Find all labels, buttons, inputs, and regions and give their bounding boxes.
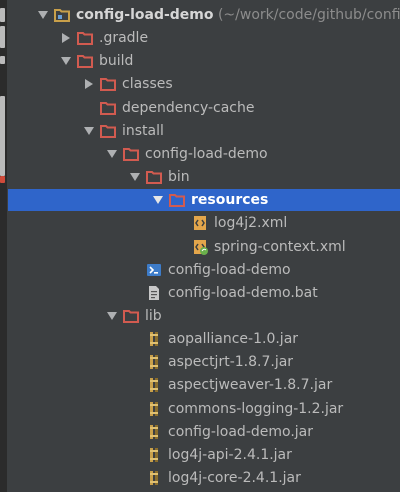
tree-item[interactable]: aopalliance-1.0.jar bbox=[8, 328, 400, 350]
tree-item[interactable]: install bbox=[8, 120, 400, 142]
tree-item[interactable]: config-load-demo (~/work/code/github/con… bbox=[8, 4, 400, 26]
tree-item[interactable]: lib bbox=[8, 305, 400, 327]
jar-file-icon bbox=[146, 447, 162, 463]
tree-item-label: .gradle bbox=[99, 30, 149, 47]
folder-icon bbox=[77, 53, 93, 69]
jar-file-icon bbox=[146, 401, 162, 417]
jar-file-icon bbox=[146, 424, 162, 440]
tree-item-label: classes bbox=[122, 76, 173, 93]
jar-file-icon bbox=[146, 377, 162, 393]
tree-item-label: config-load-demo.jar bbox=[168, 423, 313, 440]
expand-arrow-right-icon[interactable] bbox=[62, 33, 70, 44]
tree-item-label: dependency-cache bbox=[122, 99, 255, 116]
tree-item[interactable]: commons-logging-1.2.jar bbox=[8, 398, 400, 420]
tree-item-label: lib bbox=[145, 307, 162, 324]
strip-accent-icon bbox=[0, 176, 5, 183]
folder-icon bbox=[77, 30, 93, 46]
jar-file-icon bbox=[146, 331, 162, 347]
expand-arrow-right-icon[interactable] bbox=[85, 79, 93, 90]
xml-file-icon bbox=[192, 215, 208, 231]
project-folder-icon bbox=[54, 7, 70, 23]
tree-item-label: log4j-api-2.4.1.jar bbox=[168, 446, 292, 463]
tree-item-label: aopalliance-1.0.jar bbox=[168, 331, 299, 348]
folder-icon bbox=[146, 169, 162, 185]
expand-arrow-down-icon[interactable] bbox=[153, 196, 163, 205]
tree-item[interactable]: aspectjrt-1.8.7.jar bbox=[8, 351, 400, 373]
jar-file-icon bbox=[146, 354, 162, 370]
tree-item-label: resources bbox=[191, 192, 269, 209]
strip-label-glyph bbox=[0, 26, 5, 48]
tree-item-label: bin bbox=[168, 169, 190, 186]
tree-item-label: config-load-demo bbox=[145, 145, 268, 162]
expand-arrow-down-icon[interactable] bbox=[84, 126, 94, 135]
tree-item-label: log4j2.xml bbox=[214, 215, 288, 232]
folder-icon bbox=[100, 100, 116, 116]
project-path: (~/work/code/github/config- bbox=[213, 7, 400, 23]
tree-item[interactable]: config-load-demo.jar bbox=[8, 421, 400, 443]
folder-icon bbox=[169, 192, 185, 208]
tree-item-label: aspectjrt-1.8.7.jar bbox=[168, 354, 294, 371]
tree-item[interactable]: bin bbox=[8, 166, 400, 188]
tool-window-side-strip bbox=[0, 0, 7, 492]
spring-xml-file-icon bbox=[192, 239, 208, 255]
expand-arrow-down-icon[interactable] bbox=[130, 173, 140, 182]
tree-item[interactable]: build bbox=[8, 50, 400, 72]
tree-item[interactable]: log4j-api-2.4.1.jar bbox=[8, 444, 400, 466]
strip-label-glyph bbox=[0, 96, 5, 176]
jar-file-icon bbox=[146, 470, 162, 486]
tree-item[interactable]: dependency-cache bbox=[8, 97, 400, 119]
tree-item[interactable]: classes bbox=[8, 73, 400, 95]
tree-item[interactable]: log4j2.xml bbox=[8, 212, 400, 234]
tree-item-label: aspectjweaver-1.8.7.jar bbox=[168, 377, 333, 394]
tree-item[interactable]: config-load-demo bbox=[8, 259, 400, 281]
tree-item[interactable]: log4j-core-2.4.1.jar bbox=[8, 467, 400, 489]
expand-arrow-down-icon[interactable] bbox=[38, 11, 48, 19]
tree-item[interactable]: spring-context.xml bbox=[8, 236, 400, 258]
shell-script-icon bbox=[146, 262, 162, 278]
tree-item[interactable]: aspectjweaver-1.8.7.jar bbox=[8, 374, 400, 396]
tree-item[interactable]: resources bbox=[8, 189, 400, 212]
project-tool-window: config-load-demo (~/work/code/github/con… bbox=[0, 0, 400, 492]
text-file-icon bbox=[146, 285, 162, 301]
tree-item[interactable]: config-load-demo.bat bbox=[8, 282, 400, 304]
tree-item-label: build bbox=[99, 53, 134, 70]
folder-icon bbox=[100, 76, 116, 92]
tree-item-label: spring-context.xml bbox=[214, 238, 346, 255]
folder-icon bbox=[123, 146, 139, 162]
tree-item[interactable]: .gradle bbox=[8, 27, 400, 49]
strip-label-glyph bbox=[0, 56, 5, 64]
folder-icon bbox=[100, 123, 116, 139]
tree-item-label: install bbox=[122, 122, 164, 139]
tree-item[interactable]: config-load-demo bbox=[8, 143, 400, 165]
strip-label-glyph bbox=[0, 8, 5, 22]
expand-arrow-down-icon[interactable] bbox=[61, 57, 71, 66]
tree-item-label: config-load-demo (~/work/code/github/con… bbox=[76, 6, 400, 24]
folder-icon bbox=[123, 308, 139, 324]
tree-item-label: commons-logging-1.2.jar bbox=[168, 400, 344, 417]
expand-arrow-down-icon[interactable] bbox=[107, 311, 117, 320]
project-tree: config-load-demo (~/work/code/github/con… bbox=[8, 0, 400, 492]
expand-arrow-down-icon[interactable] bbox=[107, 149, 117, 158]
tree-item-label: config-load-demo bbox=[168, 261, 291, 278]
tree-item-label: config-load-demo.bat bbox=[168, 284, 318, 301]
tree-item-label: log4j-core-2.4.1.jar bbox=[168, 470, 301, 486]
